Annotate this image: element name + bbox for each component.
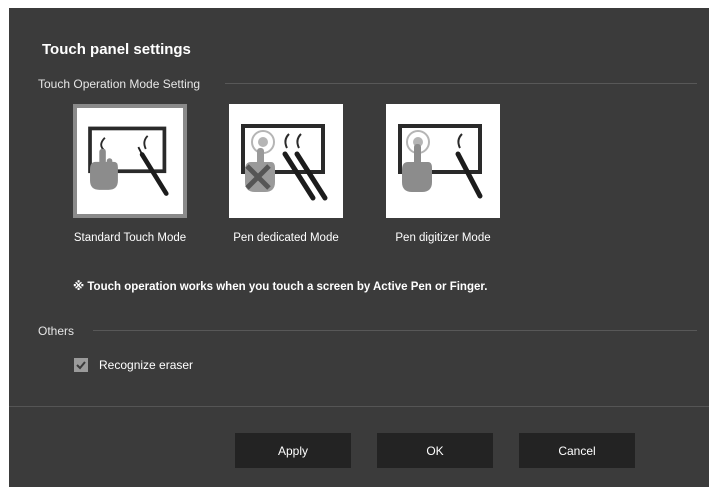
touch-mode-section-label: Touch Operation Mode Setting	[38, 77, 201, 91]
recognize-eraser-option[interactable]: Recognize eraser	[74, 358, 193, 372]
pen-digitizer-mode-tile[interactable]	[386, 104, 500, 218]
footer-divider	[9, 406, 709, 407]
checkmark-icon	[76, 361, 86, 370]
touch-panel-settings-dialog: Touch panel settings Touch Operation Mod…	[9, 8, 709, 487]
touch-operation-note: ※ Touch operation works when you touch a…	[73, 281, 488, 293]
standard-touch-mode-tile[interactable]	[73, 104, 187, 218]
pen-digitizer-mode-label: Pen digitizer Mode	[395, 232, 491, 244]
touch-and-pen-icon	[88, 126, 169, 196]
standard-touch-mode-label: Standard Touch Mode	[73, 232, 187, 244]
recognize-eraser-checkbox[interactable]	[74, 358, 88, 372]
others-section-label: Others	[38, 324, 75, 338]
cancel-button[interactable]: Cancel	[519, 433, 635, 468]
dialog-title: Touch panel settings	[42, 41, 191, 58]
pen-only-icon	[241, 124, 328, 201]
recognize-eraser-label: Recognize eraser	[99, 358, 194, 372]
apply-button[interactable]: Apply	[235, 433, 351, 468]
ok-button[interactable]: OK	[377, 433, 493, 468]
pen-digitizer-mode-option[interactable]: Pen digitizer Mode	[378, 104, 508, 244]
pen-dedicated-mode-tile[interactable]	[229, 104, 343, 218]
standard-touch-mode-option[interactable]: Standard Touch Mode	[65, 104, 195, 244]
pen-dedicated-mode-label: Pen dedicated Mode	[233, 232, 339, 244]
pen-dedicated-mode-option[interactable]: Pen dedicated Mode	[221, 104, 351, 244]
pen-digitizer-icon	[398, 124, 483, 199]
others-section-divider	[93, 330, 697, 331]
touch-mode-section-divider	[225, 83, 697, 84]
